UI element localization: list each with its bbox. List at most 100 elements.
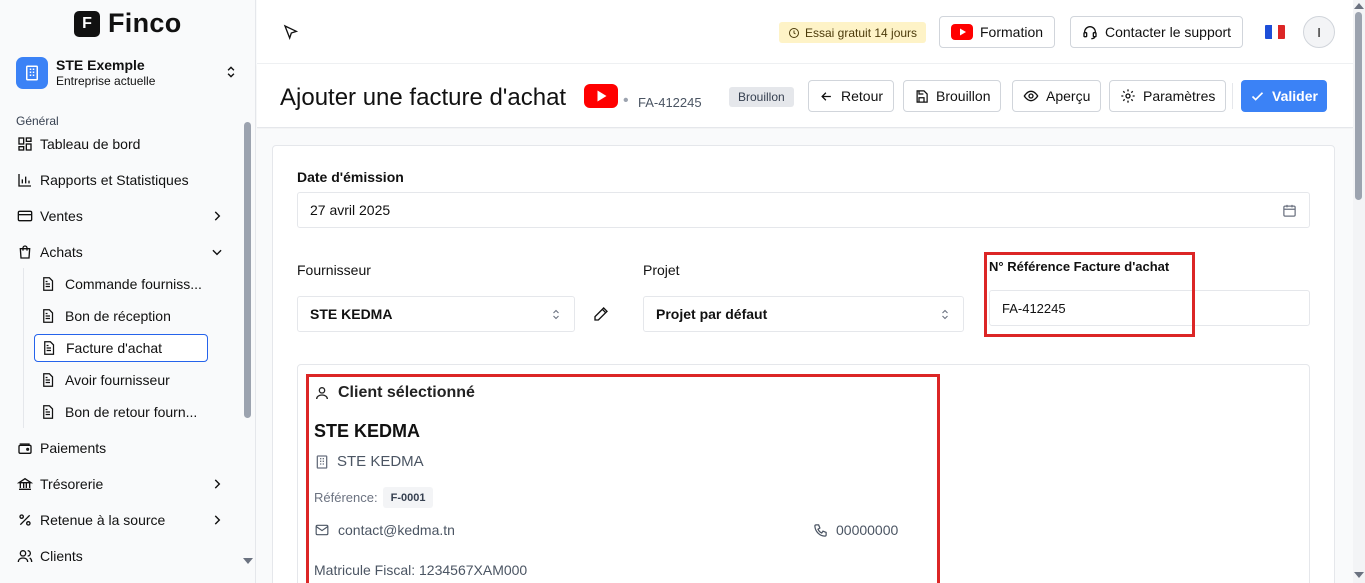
chevron-right-icon bbox=[210, 513, 224, 527]
youtube-tutorial-icon[interactable] bbox=[584, 84, 618, 108]
page-scrollbar-thumb[interactable] bbox=[1355, 12, 1362, 200]
sidebar-item-label: Retenue à la source bbox=[40, 512, 166, 528]
supplier-value: STE KEDMA bbox=[310, 306, 393, 322]
project-value: Projet par défaut bbox=[656, 306, 768, 322]
youtube-icon bbox=[951, 24, 973, 40]
sidebar-item-reports[interactable]: Rapports et Statistiques bbox=[16, 164, 228, 196]
sidebar-item-label: Paiements bbox=[40, 440, 107, 456]
project-label: Projet bbox=[643, 262, 680, 278]
sidebar-item-clients[interactable]: Clients bbox=[16, 540, 228, 572]
sidebar-item-withholding[interactable]: Retenue à la source bbox=[16, 504, 228, 536]
sidebar-item-label: Tableau de bord bbox=[40, 136, 141, 152]
wallet-icon bbox=[16, 439, 34, 457]
highlight-box-client bbox=[306, 374, 940, 583]
sidebar-item-dashboard[interactable]: Tableau de bord bbox=[16, 128, 228, 160]
page-title: Ajouter une facture d'achat bbox=[280, 84, 567, 111]
user-avatar[interactable]: I bbox=[1303, 16, 1335, 48]
back-label: Retour bbox=[841, 88, 884, 104]
highlight-box-reference bbox=[984, 252, 1195, 337]
bank-icon bbox=[16, 475, 34, 493]
trial-badge: Essai gratuit 14 jours bbox=[779, 22, 927, 43]
page-scroll-down-arrow[interactable] bbox=[1354, 572, 1364, 578]
supplier-label: Fournisseur bbox=[297, 262, 371, 278]
settings-label: Paramètres bbox=[1143, 88, 1216, 104]
gear-icon bbox=[1120, 88, 1136, 104]
sidebar-item-label: Ventes bbox=[40, 208, 83, 224]
sidebar-subitem-return[interactable]: Bon de retour fourn... bbox=[34, 398, 208, 426]
formation-label: Formation bbox=[980, 24, 1044, 40]
page-header: Ajouter une facture d'achat • FA-412245 … bbox=[257, 64, 1353, 128]
clock-icon bbox=[788, 27, 800, 39]
document-icon bbox=[40, 404, 56, 420]
sidebar-subitem-supplier-credit[interactable]: Avoir fournisseur bbox=[34, 366, 208, 394]
chevrons-up-down-icon bbox=[550, 307, 562, 322]
draft-button[interactable]: Brouillon bbox=[903, 80, 1002, 112]
back-button[interactable]: Retour bbox=[808, 80, 895, 112]
settings-button[interactable]: Paramètres bbox=[1109, 80, 1227, 112]
bar-chart-icon bbox=[16, 171, 34, 189]
french-flag-icon[interactable] bbox=[1265, 25, 1285, 39]
building-icon bbox=[16, 57, 48, 89]
header-divider bbox=[1232, 83, 1233, 109]
trial-text: Essai gratuit 14 jours bbox=[805, 25, 918, 40]
headset-icon bbox=[1082, 24, 1098, 40]
sidebar-subitem-receipt[interactable]: Bon de réception bbox=[34, 302, 208, 330]
sidebar: F Finco STE Exemple Entreprise actuelle … bbox=[0, 0, 256, 583]
sidebar-subitem-label: Bon de réception bbox=[65, 308, 171, 324]
app-logo[interactable]: F Finco bbox=[74, 8, 182, 39]
users-icon bbox=[16, 547, 34, 565]
chevron-down-icon bbox=[210, 245, 224, 259]
chevron-right-icon bbox=[210, 477, 224, 491]
company-subtitle: Entreprise actuelle bbox=[56, 74, 156, 88]
eye-icon bbox=[1023, 88, 1039, 104]
check-icon bbox=[1250, 89, 1265, 104]
app-name: Finco bbox=[108, 8, 182, 38]
chevrons-up-down-icon bbox=[939, 307, 951, 322]
separator-dot: • bbox=[623, 92, 629, 109]
sidebar-item-sales[interactable]: Ventes bbox=[16, 200, 228, 232]
document-icon bbox=[40, 308, 56, 324]
navigation-arrow-icon[interactable] bbox=[283, 24, 299, 40]
sidebar-subitem-label: Commande fourniss... bbox=[65, 276, 202, 292]
save-icon bbox=[914, 89, 929, 104]
supplier-select[interactable]: STE KEDMA bbox=[297, 296, 575, 332]
calendar-icon bbox=[1282, 203, 1297, 218]
project-select[interactable]: Projet par défaut bbox=[643, 296, 964, 332]
company-switcher[interactable]: STE Exemple Entreprise actuelle bbox=[16, 55, 242, 91]
sidebar-item-label: Achats bbox=[40, 244, 83, 260]
nav-section-label: Général bbox=[16, 114, 59, 128]
logo-mark-icon: F bbox=[74, 10, 100, 37]
company-name: STE Exemple bbox=[56, 57, 145, 73]
date-value: 27 avril 2025 bbox=[310, 202, 391, 218]
arrow-left-icon bbox=[819, 89, 834, 104]
date-label: Date d'émission bbox=[297, 169, 404, 185]
sidebar-scrollbar-thumb[interactable] bbox=[244, 122, 251, 418]
draft-label: Brouillon bbox=[936, 88, 991, 104]
formation-button[interactable]: Formation bbox=[939, 16, 1056, 48]
preview-label: Aperçu bbox=[1046, 88, 1091, 104]
sidebar-subitem-purchase-order[interactable]: Commande fourniss... bbox=[34, 270, 208, 298]
sidebar-item-label: Rapports et Statistiques bbox=[40, 172, 189, 188]
validate-button[interactable]: Valider bbox=[1241, 80, 1327, 112]
credit-card-icon bbox=[16, 207, 34, 225]
sidebar-item-payments[interactable]: Paiements bbox=[16, 432, 228, 464]
date-field[interactable]: 27 avril 2025 bbox=[297, 192, 1310, 228]
invoice-reference: FA-412245 bbox=[638, 95, 702, 110]
page-scroll-up-arrow[interactable] bbox=[1354, 3, 1364, 9]
status-badge: Brouillon bbox=[729, 87, 794, 107]
support-label: Contacter le support bbox=[1105, 24, 1232, 40]
sidebar-item-treasury[interactable]: Trésorerie bbox=[16, 468, 228, 500]
sidebar-item-purchases[interactable]: Achats bbox=[16, 236, 228, 268]
topbar: Essai gratuit 14 jours Formation Contact… bbox=[257, 0, 1353, 64]
preview-button[interactable]: Aperçu bbox=[1012, 80, 1102, 112]
sidebar-scroll-down-arrow[interactable] bbox=[243, 558, 253, 564]
edit-supplier-pencil-icon[interactable] bbox=[593, 306, 609, 322]
sidebar-item-label: Clients bbox=[40, 548, 83, 564]
contact-support-button[interactable]: Contacter le support bbox=[1070, 16, 1244, 48]
sidebar-subitem-purchase-invoice[interactable]: Facture d'achat bbox=[34, 334, 208, 362]
sidebar-subitem-label: Facture d'achat bbox=[66, 340, 163, 356]
sidebar-item-label: Trésorerie bbox=[40, 476, 104, 492]
percent-icon bbox=[16, 511, 34, 529]
document-icon bbox=[40, 276, 56, 292]
chevron-right-icon bbox=[210, 209, 224, 223]
